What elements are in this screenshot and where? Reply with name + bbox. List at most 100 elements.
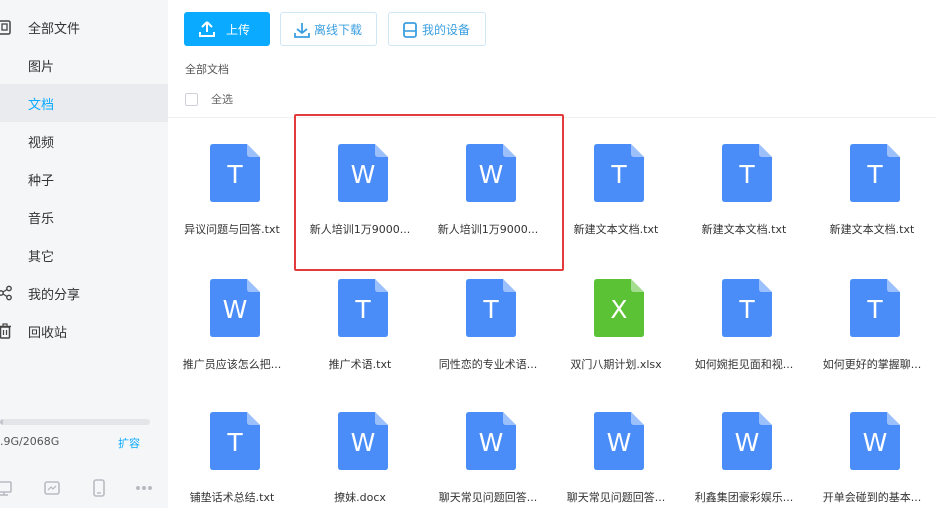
file-item[interactable]: W 开单会碰到的基本...: [808, 386, 936, 508]
file-type-letter: W: [479, 160, 504, 189]
upload-icon: [199, 21, 215, 37]
file-type-letter: T: [226, 160, 243, 189]
monitor-icon[interactable]: [0, 479, 14, 497]
offline-download-label: 离线下载: [314, 22, 363, 37]
sidebar-item-label: 种子: [28, 173, 55, 189]
file-item[interactable]: W 推广员应该怎么把...: [168, 253, 296, 387]
sidebar: 全部文件 图片 文档 视频 种子 音乐 其它 我的分享 回收站 .9G/2068…: [0, 0, 168, 508]
sidebar-item-label: 回收站: [28, 325, 68, 341]
file-type-letter: T: [610, 160, 627, 189]
file-type-letter: W: [351, 428, 376, 457]
storage-usage-text: .9G/2068G: [0, 435, 60, 448]
sidebar-item-recycle-bin[interactable]: 回收站: [0, 312, 168, 350]
file-name: 撩妹.docx: [334, 491, 386, 504]
file-item[interactable]: W 撩妹.docx: [296, 386, 424, 508]
file-name: 双门八期计划.xlsx: [570, 358, 662, 371]
bottom-toolbar: [0, 477, 168, 501]
file-name: 新建文本文档.txt: [829, 223, 915, 236]
file-item[interactable]: T 新建文本文档.txt: [680, 118, 808, 252]
file-name: 推广术语.txt: [328, 358, 392, 371]
storage-bar-fill: [0, 419, 3, 425]
file-name: 推广员应该怎么把...: [182, 358, 282, 371]
file-type-letter: W: [735, 428, 760, 457]
word-doc-icon: W: [594, 412, 644, 470]
file-item[interactable]: W 新人培训1万9000...: [296, 118, 424, 252]
file-type-letter: X: [610, 295, 627, 324]
select-all-checkbox[interactable]: [185, 92, 198, 106]
file-item[interactable]: T 同性恋的专业术语...: [424, 253, 552, 387]
sidebar-item-images[interactable]: 图片: [0, 46, 168, 84]
my-devices-label: 我的设备: [422, 22, 471, 37]
sidebar-item-my-shares[interactable]: 我的分享: [0, 274, 168, 312]
file-item[interactable]: T 新建文本文档.txt: [808, 118, 936, 252]
upload-button[interactable]: 上传: [184, 12, 270, 46]
file-item[interactable]: W 利鑫集团豪彩娱乐...: [680, 386, 808, 508]
sidebar-item-all-files[interactable]: 全部文件: [0, 8, 168, 46]
file-name: 聊天常见问题回答...: [438, 491, 538, 504]
file-name: 新建文本文档.txt: [573, 223, 659, 236]
text-file-icon: T: [210, 412, 260, 470]
file-grid: T 异议问题与回答.txt W 新人培训1万9000... W 新人培训1万9000...…: [168, 118, 936, 508]
tablet-icon[interactable]: [43, 479, 61, 497]
text-file-icon: T: [850, 279, 900, 337]
storage-bar: [0, 419, 150, 425]
sidebar-item-label: 视频: [28, 135, 55, 151]
text-file-icon: T: [338, 279, 388, 337]
sidebar-item-label: 其它: [28, 249, 55, 265]
file-item[interactable]: T 如何婉拒见面和视...: [680, 253, 808, 387]
word-doc-icon: W: [210, 279, 260, 337]
upload-button-label: 上传: [226, 22, 251, 37]
word-doc-icon: W: [722, 412, 772, 470]
file-type-letter: T: [738, 160, 755, 189]
file-item[interactable]: T 如何更好的掌握聊...: [808, 253, 936, 387]
file-type-letter: T: [226, 428, 243, 457]
expand-storage-link[interactable]: 扩容: [118, 435, 140, 451]
sidebar-item-other[interactable]: 其它: [0, 236, 168, 274]
file-type-letter: T: [738, 295, 755, 324]
text-file-icon: T: [466, 279, 516, 337]
file-type-letter: T: [354, 295, 371, 324]
file-item[interactable]: T 铺垫话术总结.txt: [168, 386, 296, 508]
file-item[interactable]: T 异议问题与回答.txt: [168, 118, 296, 252]
trash-icon: [0, 323, 11, 339]
sidebar-item-documents[interactable]: 文档: [0, 84, 168, 122]
select-all-control[interactable]: 全选: [185, 91, 233, 107]
file-type-letter: W: [223, 295, 248, 324]
text-file-icon: T: [722, 144, 772, 202]
file-item[interactable]: T 新建文本文档.txt: [552, 118, 680, 252]
file-name: 新人培训1万9000...: [437, 223, 539, 236]
file-type-letter: T: [866, 160, 883, 189]
text-file-icon: T: [210, 144, 260, 202]
my-devices-button[interactable]: 我的设备: [388, 12, 486, 46]
file-type-letter: T: [866, 295, 883, 324]
offline-download-button[interactable]: 离线下载: [280, 12, 377, 46]
file-name: 异议问题与回答.txt: [184, 223, 280, 236]
sidebar-item-label: 图片: [28, 59, 55, 75]
file-item[interactable]: W 新人培训1万9000...: [424, 118, 552, 252]
file-type-letter: W: [351, 160, 376, 189]
select-all-label: 全选: [211, 93, 233, 106]
phone-icon[interactable]: [90, 479, 108, 497]
file-item[interactable]: X 双门八期计划.xlsx: [552, 253, 680, 387]
file-item[interactable]: W 聊天常见问题回答...: [552, 386, 680, 508]
file-name: 开单会碰到的基本...: [822, 491, 922, 504]
file-name: 同性恋的专业术语...: [438, 358, 538, 371]
word-doc-icon: W: [466, 412, 516, 470]
file-item[interactable]: W 聊天常见问题回答...: [424, 386, 552, 508]
file-name: 如何婉拒见面和视...: [694, 358, 794, 371]
more-icon[interactable]: [135, 479, 153, 497]
file-name: 如何更好的掌握聊...: [822, 358, 922, 371]
word-doc-icon: W: [338, 144, 388, 202]
main-content: 上传 离线下载 我的设备 全部文档 全选 T 异议问题与回答.txt W 新人培训1万…: [168, 0, 936, 508]
sidebar-item-music[interactable]: 音乐: [0, 198, 168, 236]
file-name: 新建文本文档.txt: [701, 223, 787, 236]
sidebar-item-videos[interactable]: 视频: [0, 122, 168, 160]
file-name: 新人培训1万9000...: [309, 223, 411, 236]
breadcrumb[interactable]: 全部文档: [185, 61, 229, 77]
folder-icon: [0, 20, 11, 35]
file-item[interactable]: T 推广术语.txt: [296, 253, 424, 387]
text-file-icon: T: [850, 144, 900, 202]
sidebar-item-torrents[interactable]: 种子: [0, 160, 168, 198]
sidebar-item-label: 音乐: [28, 211, 55, 227]
sidebar-item-label: 全部文件: [28, 21, 81, 37]
